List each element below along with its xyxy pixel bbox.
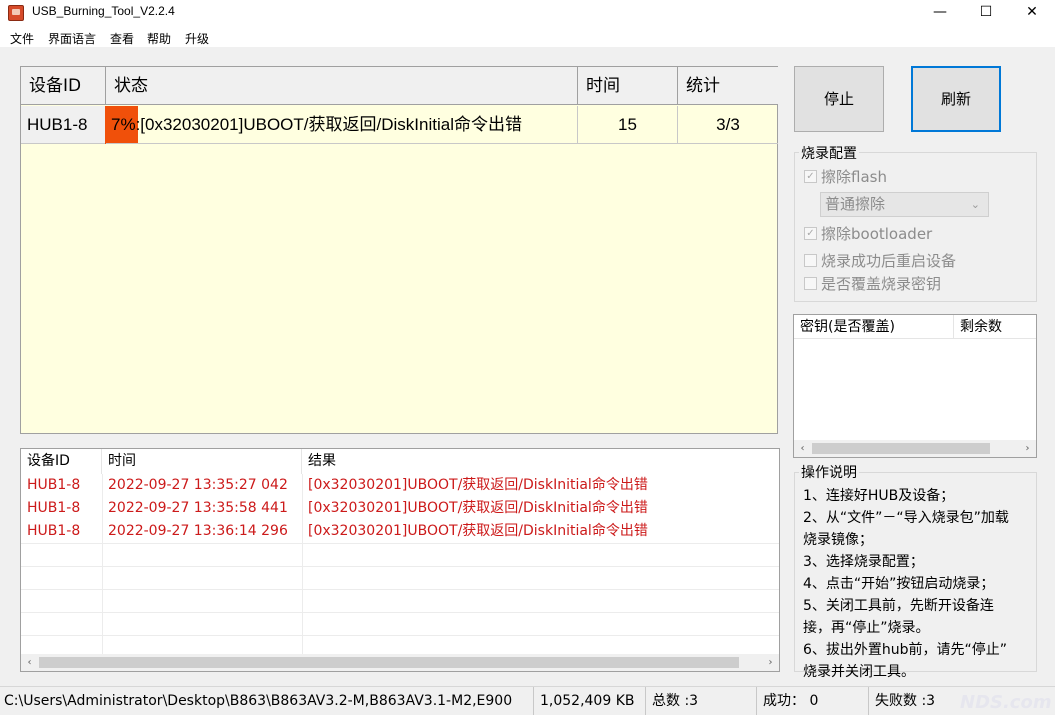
- menu-view[interactable]: 查看: [110, 30, 134, 47]
- row-separator: [21, 612, 779, 613]
- maximize-button[interactable]: ☐: [963, 0, 1009, 26]
- key-list-header-remaining[interactable]: 剩余数: [954, 315, 1036, 339]
- row-separator: [21, 635, 779, 636]
- log-row[interactable]: HUB1-8 2022-09-27 13:35:27 042 [0x320302…: [21, 474, 779, 497]
- instruction-line: 烧录并关闭工具。: [803, 664, 915, 680]
- log-cell-result: [0x32030201]UBOOT/获取返回/DiskInitial命令出错: [308, 523, 648, 539]
- overwrite-key-label: 是否覆盖烧录密钥: [821, 275, 942, 293]
- row-separator: [21, 589, 779, 590]
- log-header-id[interactable]: 设备ID: [21, 449, 102, 474]
- instruction-line: 4、点击“开始”按钮启动烧录；: [803, 576, 995, 592]
- instructions-title: 操作说明: [799, 462, 859, 482]
- erase-mode-select[interactable]: 普通擦除 ⌄: [820, 192, 989, 217]
- window-title: USB_Burning_Tool_V2.2.4: [32, 4, 175, 18]
- refresh-button[interactable]: 刷新: [911, 66, 1001, 132]
- menu-file[interactable]: 文件: [10, 30, 34, 47]
- erase-mode-value: 普通擦除: [825, 195, 886, 213]
- log-header-result[interactable]: 结果: [302, 449, 778, 474]
- progress-percent: 7%: [111, 115, 136, 134]
- device-grid: 设备ID 状态 时间 统计 HUB1-8 7%:[0x32030201]UBOO…: [20, 66, 778, 434]
- instruction-line: 1、连接好HUB及设备；: [803, 488, 955, 504]
- device-grid-header-stats[interactable]: 统计: [678, 67, 778, 105]
- menu-bar: 文件 界面语言 查看 帮助 升级: [0, 26, 1055, 48]
- log-cell-time: 2022-09-27 13:36:14 296: [108, 523, 288, 539]
- device-row-count[interactable]: 3/3: [678, 106, 778, 144]
- log-cell-id: HUB1-8: [27, 477, 81, 493]
- burn-config-title: 烧录配置: [799, 143, 859, 163]
- overwrite-key-checkbox[interactable]: [804, 277, 817, 290]
- scroll-left-icon[interactable]: ‹: [794, 440, 811, 457]
- log-cell-time: 2022-09-27 13:35:58 441: [108, 500, 288, 516]
- title-bar: USB_Burning_Tool_V2.2.4 — ☐ ✕: [0, 0, 1055, 26]
- status-total: 总数 :3: [646, 687, 757, 715]
- minimize-button[interactable]: —: [917, 0, 963, 26]
- row-separator: [21, 543, 779, 544]
- menu-language[interactable]: 界面语言: [48, 30, 96, 47]
- log-cell-time: 2022-09-27 13:35:27 042: [108, 477, 288, 493]
- log-row[interactable]: HUB1-8 2022-09-27 13:36:14 296 [0x320302…: [21, 520, 779, 543]
- scroll-right-icon[interactable]: ›: [762, 654, 779, 671]
- status-message: :[0x32030201]UBOOT/获取返回/DiskInitial命令出错: [135, 115, 522, 134]
- log-list-scroll-thumb[interactable]: [39, 657, 739, 668]
- log-cell-result: [0x32030201]UBOOT/获取返回/DiskInitial命令出错: [308, 477, 648, 493]
- scroll-left-icon[interactable]: ‹: [21, 654, 38, 671]
- instruction-line: 烧录镜像；: [803, 532, 873, 548]
- status-size: 1,052,409 KB: [534, 687, 646, 715]
- key-list-scrollbar[interactable]: ‹ ›: [794, 440, 1036, 457]
- close-button[interactable]: ✕: [1009, 0, 1055, 26]
- device-grid-header-id[interactable]: 设备ID: [21, 67, 106, 105]
- menu-upgrade[interactable]: 升级: [185, 30, 209, 47]
- instruction-line: 6、拔出外置hub前，请先“停止”: [803, 642, 1008, 658]
- watermark: NDS.com: [960, 692, 1052, 713]
- device-row-status[interactable]: 7%:[0x32030201]UBOOT/获取返回/DiskInitial命令出…: [106, 106, 578, 144]
- app-icon: [8, 5, 24, 21]
- status-success: 成功： 0: [757, 687, 869, 715]
- erase-flash-label: 擦除flash: [821, 168, 887, 186]
- device-row-time[interactable]: 15: [578, 106, 678, 144]
- key-list: 密钥(是否覆盖) 剩余数 ‹ ›: [793, 314, 1037, 458]
- chevron-down-icon: ⌄: [970, 198, 980, 211]
- instruction-line: 3、选择烧录配置；: [803, 554, 924, 570]
- log-cell-id: HUB1-8: [27, 500, 81, 516]
- instruction-line: 2、从“文件”－“导入烧录包”加载: [803, 510, 1009, 526]
- device-row-id[interactable]: HUB1-8: [21, 106, 106, 144]
- log-list-scrollbar[interactable]: ‹ ›: [21, 654, 779, 671]
- log-list: 设备ID 时间 结果 HUB1-8 2022-09-27 13:35:27 04…: [20, 448, 780, 672]
- device-grid-header-status[interactable]: 状态: [106, 67, 578, 105]
- instruction-line: 5、关闭工具前，先断开设备连: [803, 598, 994, 614]
- instruction-line: 接，再“停止”烧录。: [803, 620, 930, 636]
- log-header-time[interactable]: 时间: [102, 449, 302, 474]
- erase-flash-checkbox[interactable]: ✓: [804, 170, 817, 183]
- device-grid-header-time[interactable]: 时间: [578, 67, 678, 105]
- status-path: C:\Users\Administrator\Desktop\B863\B863…: [0, 687, 534, 715]
- erase-bootloader-label: 擦除bootloader: [821, 225, 933, 243]
- stop-button[interactable]: 停止: [794, 66, 884, 132]
- reboot-after-label: 烧录成功后重启设备: [821, 252, 957, 270]
- erase-bootloader-checkbox[interactable]: ✓: [804, 227, 817, 240]
- log-cell-id: HUB1-8: [27, 523, 81, 539]
- key-list-scroll-thumb[interactable]: [812, 443, 990, 454]
- menu-help[interactable]: 帮助: [147, 30, 171, 47]
- scroll-right-icon[interactable]: ›: [1019, 440, 1036, 457]
- status-bar: C:\Users\Administrator\Desktop\B863\B863…: [0, 686, 1055, 715]
- row-separator: [21, 566, 779, 567]
- instructions-text: 1、连接好HUB及设备； 2、从“文件”－“导入烧录包”加载 烧录镜像； 3、选…: [803, 485, 1035, 683]
- key-list-header-key[interactable]: 密钥(是否覆盖): [794, 315, 954, 339]
- log-row[interactable]: HUB1-8 2022-09-27 13:35:58 441 [0x320302…: [21, 497, 779, 520]
- log-cell-result: [0x32030201]UBOOT/获取返回/DiskInitial命令出错: [308, 500, 648, 516]
- reboot-after-checkbox[interactable]: [804, 254, 817, 267]
